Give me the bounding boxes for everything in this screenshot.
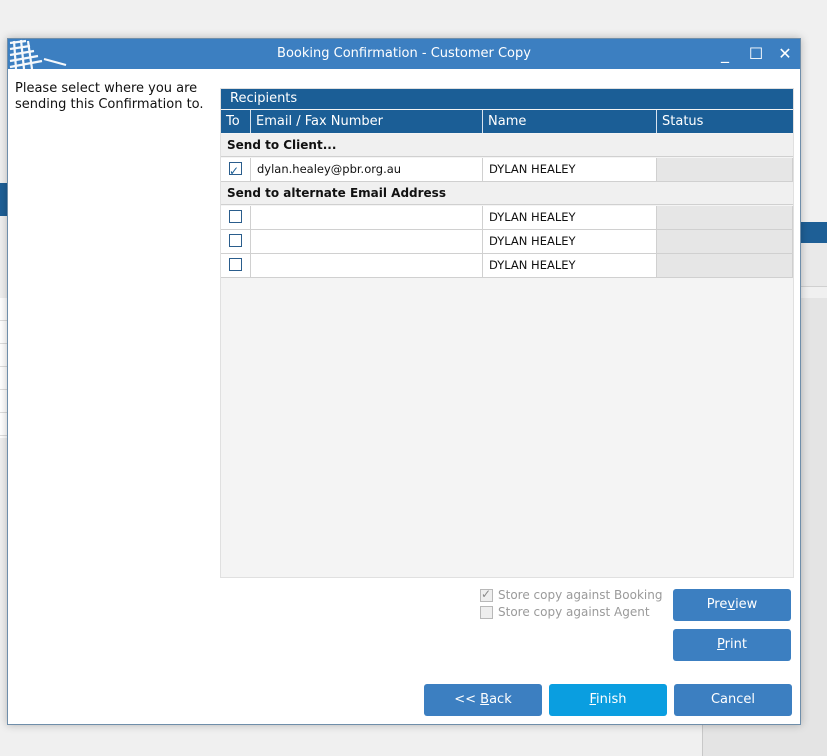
table-row[interactable]: ✓ dylan.healey@pbr.org.au DYLAN HEALEY	[221, 158, 793, 182]
store-booking-checkbox[interactable]: ✓	[480, 587, 493, 602]
recipients-caption: Recipients	[221, 89, 793, 109]
finish-button[interactable]: Finish	[549, 684, 667, 716]
table-row[interactable]: DYLAN HEALEY	[221, 254, 793, 278]
store-agent-label: Store copy against Agent	[498, 605, 650, 619]
email-cell[interactable]: dylan.healey@pbr.org.au	[251, 158, 483, 181]
background-app-subbar	[800, 243, 827, 287]
recipients-grid: Recipients To Email / Fax Number Name St…	[220, 88, 794, 578]
store-agent-checkbox[interactable]	[480, 606, 493, 619]
instruction-text: Please select where you are sending this…	[15, 81, 204, 112]
preview-button[interactable]: Preview	[673, 589, 791, 621]
background-app-panel	[800, 298, 827, 718]
status-cell	[657, 254, 793, 277]
dialog-title: Booking Confirmation - Customer Copy	[277, 46, 531, 61]
store-booking-label: Store copy against Booking	[498, 588, 663, 602]
group-send-to-alternate: Send to alternate Email Address	[221, 182, 793, 205]
back-button[interactable]: << Back	[424, 684, 542, 716]
to-cell: ✓	[221, 158, 251, 181]
send-checkbox[interactable]	[229, 258, 242, 271]
name-cell: DYLAN HEALEY	[483, 230, 657, 253]
checkmark-icon: ✓	[229, 164, 240, 178]
email-cell[interactable]	[251, 206, 483, 229]
column-header-name[interactable]: Name	[483, 110, 657, 133]
maximize-icon[interactable]: ☐	[745, 43, 767, 65]
group-send-to-client: Send to Client...	[221, 134, 793, 157]
status-cell	[657, 206, 793, 229]
email-cell[interactable]	[251, 254, 483, 277]
send-checkbox[interactable]	[229, 234, 242, 247]
email-cell[interactable]	[251, 230, 483, 253]
send-checkbox[interactable]: ✓	[229, 162, 242, 178]
close-icon[interactable]: ✕	[774, 43, 796, 65]
column-header-email[interactable]: Email / Fax Number	[251, 110, 483, 133]
column-header-to[interactable]: To	[221, 110, 251, 133]
table-row[interactable]: DYLAN HEALEY	[221, 206, 793, 230]
table-row[interactable]: DYLAN HEALEY	[221, 230, 793, 254]
column-header-status[interactable]: Status	[657, 110, 793, 133]
status-cell	[657, 158, 793, 181]
to-cell	[221, 230, 251, 253]
name-cell: DYLAN HEALEY	[483, 158, 657, 181]
booking-confirmation-dialog: Booking Confirmation - Customer Copy _ ☐…	[7, 38, 801, 725]
to-cell	[221, 254, 251, 277]
checkmark-icon: ✓	[481, 587, 492, 601]
cancel-button[interactable]: Cancel	[674, 684, 792, 716]
minimize-icon[interactable]: _	[714, 43, 736, 65]
dialog-titlebar[interactable]: Booking Confirmation - Customer Copy _ ☐…	[8, 39, 800, 69]
to-cell	[221, 206, 251, 229]
send-checkbox[interactable]	[229, 210, 242, 223]
print-button[interactable]: Print	[673, 629, 791, 661]
name-cell: DYLAN HEALEY	[483, 206, 657, 229]
status-cell	[657, 230, 793, 253]
name-cell: DYLAN HEALEY	[483, 254, 657, 277]
recipients-header: To Email / Fax Number Name Status	[221, 110, 793, 133]
background-app-toolbar	[800, 222, 827, 243]
